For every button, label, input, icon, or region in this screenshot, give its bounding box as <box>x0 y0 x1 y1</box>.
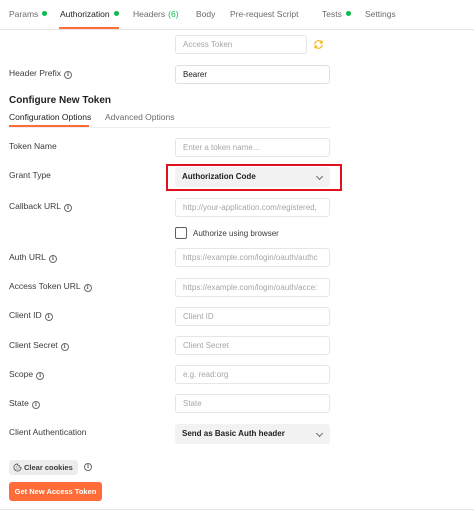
client-secret-label: Client Secret <box>9 340 58 350</box>
access-token-url-row: Access Token URL i <box>9 281 92 292</box>
tab-advanced-options[interactable]: Advanced Options <box>105 112 174 122</box>
tab-headers[interactable]: Headers (6) <box>133 9 179 19</box>
tab-body-label: Body <box>196 9 216 19</box>
tab-prerequest-script[interactable]: Pre-request Script <box>230 9 299 19</box>
scope-placeholder: e.g. read:org <box>183 370 229 379</box>
headers-count: (6) <box>168 9 179 19</box>
client-secret-row: Client Secret i <box>9 340 69 351</box>
access-token-field[interactable]: Access Token <box>175 35 307 54</box>
callback-url-row: Callback URL i <box>9 201 72 212</box>
client-secret-placeholder: Client Secret <box>183 341 229 350</box>
authorize-browser-checkbox[interactable] <box>175 227 187 239</box>
scope-input[interactable]: e.g. read:org <box>175 365 330 384</box>
info-icon[interactable]: i <box>60 343 69 351</box>
active-tab-indicator <box>59 27 119 29</box>
authorization-status-dot <box>113 11 119 16</box>
auth-url-row: Auth URL i <box>9 252 57 263</box>
callback-url-placeholder: http://your-application.com/registered, <box>183 203 317 212</box>
clear-cookies-button[interactable]: Clear cookies <box>9 460 78 475</box>
scope-row: Scope i <box>9 369 45 380</box>
info-icon[interactable]: i <box>63 204 72 212</box>
info-icon[interactable]: i <box>44 313 53 321</box>
client-auth-select[interactable]: Send as Basic Auth header <box>175 424 330 444</box>
callback-url-label: Callback URL <box>9 201 61 211</box>
grant-type-label: Grant Type <box>9 170 51 180</box>
token-name-placeholder: Enter a token name... <box>183 143 260 152</box>
state-label: State <box>9 398 29 408</box>
auth-url-input[interactable]: https://example.com/login/oauth/authc <box>175 248 330 267</box>
active-subtab-indicator <box>9 125 89 127</box>
client-id-label: Client ID <box>9 310 42 320</box>
client-secret-input[interactable]: Client Secret <box>175 336 330 355</box>
auth-url-placeholder: https://example.com/login/oauth/authc <box>183 253 318 262</box>
token-name-input[interactable]: Enter a token name... <box>175 138 330 157</box>
request-tabs: Params Authorization Headers (6) Body Pre… <box>0 0 474 30</box>
info-icon[interactable]: i <box>31 401 40 409</box>
header-prefix-row: Header Prefix i <box>9 68 72 79</box>
info-icon[interactable]: i <box>83 284 92 292</box>
state-row: State i <box>9 398 40 409</box>
tab-settings-label: Settings <box>365 9 396 19</box>
access-token-url-placeholder: https://example.com/login/oauth/acce: <box>183 283 318 292</box>
tab-authorization-label: Authorization <box>60 9 110 19</box>
access-token-placeholder: Access Token <box>183 40 233 49</box>
auth-url-label: Auth URL <box>9 252 46 262</box>
tab-tests-label: Tests <box>322 9 342 19</box>
header-prefix-label: Header Prefix <box>9 68 61 78</box>
grant-type-highlight <box>166 164 342 191</box>
sync-icon[interactable] <box>313 39 324 50</box>
header-prefix-input[interactable]: Bearer <box>175 65 330 84</box>
access-token-url-label: Access Token URL <box>9 281 81 291</box>
tab-params-label: Params <box>9 9 39 19</box>
bottom-divider <box>0 509 474 510</box>
tab-authorization[interactable]: Authorization <box>60 9 119 19</box>
client-id-row: Client ID i <box>9 310 53 321</box>
tab-configuration-options[interactable]: Configuration Options <box>9 112 91 122</box>
cookie-icon <box>13 463 22 472</box>
info-icon[interactable]: i <box>36 372 45 380</box>
token-name-label: Token Name <box>9 141 57 151</box>
tab-headers-label: Headers <box>133 9 166 19</box>
chevron-down-icon <box>315 429 324 438</box>
tests-status-dot <box>345 11 351 16</box>
authorize-browser-label: Authorize using browser <box>193 229 279 238</box>
header-prefix-value: Bearer <box>183 70 208 79</box>
tab-tests[interactable]: Tests <box>322 9 351 19</box>
info-icon[interactable]: i <box>48 255 57 263</box>
tab-prerequest-label: Pre-request Script <box>230 9 299 19</box>
client-id-input[interactable]: Client ID <box>175 307 330 326</box>
client-auth-label: Client Authentication <box>9 427 87 437</box>
subtabs-divider <box>9 127 330 128</box>
tab-params[interactable]: Params <box>9 9 48 19</box>
info-icon[interactable]: i <box>63 71 72 79</box>
callback-url-input[interactable]: http://your-application.com/registered, <box>175 198 330 217</box>
get-new-access-token-button[interactable]: Get New Access Token <box>9 482 102 501</box>
info-icon[interactable]: i <box>84 463 92 471</box>
state-input[interactable]: State <box>175 394 330 413</box>
tab-body[interactable]: Body <box>196 9 215 19</box>
access-token-url-input[interactable]: https://example.com/login/oauth/acce: <box>175 278 330 297</box>
scope-label: Scope <box>9 369 34 379</box>
params-status-dot <box>42 11 48 16</box>
client-id-placeholder: Client ID <box>183 312 214 321</box>
state-placeholder: State <box>183 399 202 408</box>
configure-token-title: Configure New Token <box>9 95 112 106</box>
clear-cookies-label: Clear cookies <box>24 463 73 472</box>
client-auth-value: Send as Basic Auth header <box>182 429 285 438</box>
tab-settings[interactable]: Settings <box>365 9 396 19</box>
